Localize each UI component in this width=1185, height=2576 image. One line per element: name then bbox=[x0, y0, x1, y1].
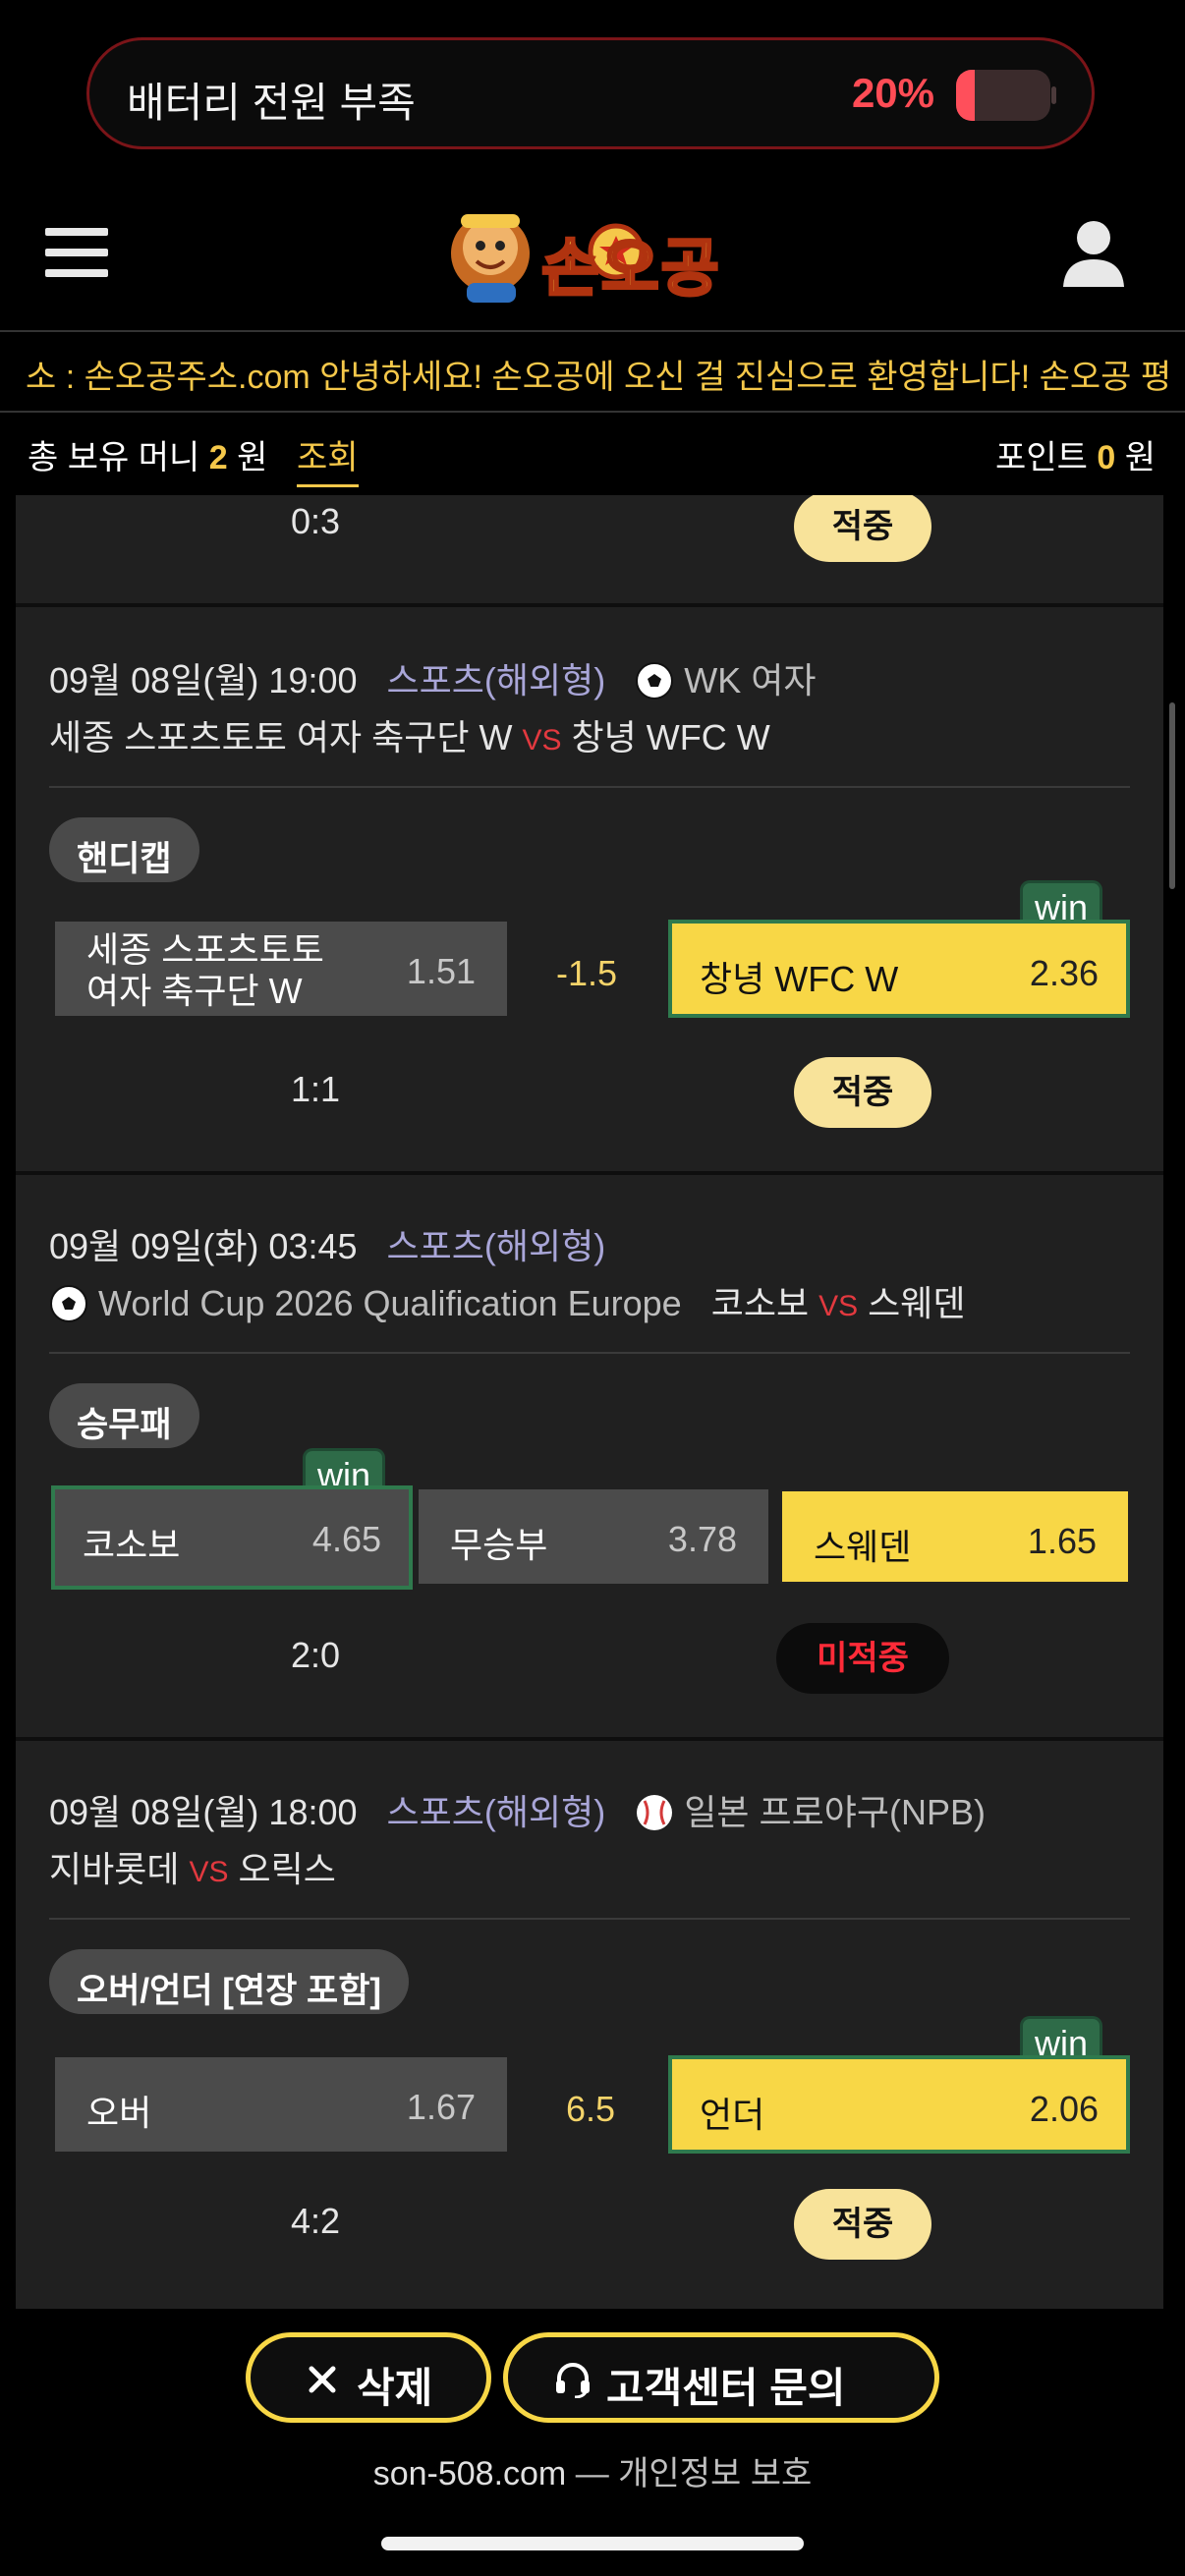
final-score: 1:1 bbox=[291, 1069, 341, 1109]
handicap-line: -1.5 bbox=[556, 953, 618, 993]
delete-button[interactable]: 삭제 bbox=[246, 2332, 491, 2423]
soccer-ball-icon bbox=[49, 1283, 88, 1323]
site-logo[interactable]: 손오공 bbox=[447, 193, 742, 314]
points-balance: 포인트 0 원 bbox=[995, 430, 1156, 478]
odds-option-home[interactable]: 코소보 4.65 bbox=[51, 1485, 413, 1590]
away-team: 창녕 WFC W bbox=[571, 717, 770, 757]
match-category: 스포츠(해외형) bbox=[386, 1226, 606, 1266]
option-odds: 1.51 bbox=[406, 951, 476, 991]
match-teams: 세종 스포츠토토 여자 축구단 W VS 창녕 WFC W bbox=[49, 709, 770, 760]
scrollbar[interactable] bbox=[1169, 702, 1175, 889]
option-odds: 2.36 bbox=[1029, 953, 1099, 993]
match-category: 스포츠(해외형) bbox=[386, 1792, 606, 1832]
footer: son-508.com — 개인정보 보호 bbox=[0, 2446, 1185, 2494]
home-team: 코소보 bbox=[710, 1283, 810, 1323]
option-odds: 2.06 bbox=[1029, 2089, 1099, 2129]
market-label: 핸디캡 bbox=[49, 817, 199, 882]
battery-percent: 20% bbox=[851, 70, 934, 116]
option-odds: 1.65 bbox=[1027, 1521, 1097, 1561]
match-league: World Cup 2026 Qualification Europe bbox=[98, 1283, 682, 1323]
result-badge-hit: 적중 bbox=[794, 2189, 931, 2260]
logo-text: 손오공 bbox=[540, 232, 721, 306]
option-name: 무승부 bbox=[450, 1525, 548, 1565]
ticker-divider bbox=[0, 411, 1185, 413]
points-unit: 원 bbox=[1124, 439, 1156, 476]
market-label: 승무패 bbox=[49, 1383, 199, 1448]
final-score: 2:0 bbox=[291, 1635, 341, 1675]
match-datetime: 09월 09일(화) 03:45 bbox=[49, 1226, 358, 1266]
option-name: 언더 bbox=[700, 2095, 765, 2135]
delete-label: 삭제 bbox=[357, 2365, 433, 2411]
result-badge-hit: 적중 bbox=[794, 495, 931, 562]
balance-inquiry-button[interactable]: 조회 bbox=[297, 430, 359, 487]
match-teams: World Cup 2026 Qualification Europe 코소보 … bbox=[49, 1275, 966, 1326]
vs-label: VS bbox=[818, 1290, 859, 1322]
money-unit: 원 bbox=[237, 439, 268, 476]
odds-option-draw[interactable]: 무승부 3.78 bbox=[419, 1489, 768, 1584]
match-meta: 09월 08일(월) 19:00 스포츠(해외형) WK 여자 bbox=[49, 652, 817, 703]
battery-warning-text: 배터리 전원 부족 bbox=[127, 80, 416, 126]
money-label: 총 보유 머니 bbox=[28, 439, 200, 476]
bet-history-list: 0:3 적중 09월 08일(월) 19:00 스포츠(해외형) WK 여자 세… bbox=[16, 495, 1163, 2309]
away-team: 오릭스 bbox=[238, 1849, 336, 1889]
points-label: 포인트 bbox=[995, 439, 1088, 476]
option-odds: 3.78 bbox=[667, 1519, 737, 1559]
battery-level-fill bbox=[956, 70, 976, 121]
battery-icon bbox=[956, 70, 1056, 121]
footer-domain: son-508.com bbox=[372, 2455, 567, 2492]
headset-icon bbox=[553, 2359, 592, 2408]
option-name: 오버 bbox=[86, 2093, 152, 2133]
points-value: 0 bbox=[1097, 439, 1116, 476]
odds-option-under[interactable]: 언더 2.06 bbox=[668, 2055, 1130, 2154]
user-icon[interactable] bbox=[1061, 218, 1126, 287]
vs-label: VS bbox=[189, 1856, 229, 1888]
customer-support-button[interactable]: 고객센터 문의 bbox=[503, 2332, 939, 2423]
away-team: 스웨덴 bbox=[868, 1283, 966, 1323]
low-battery-banner: 배터리 전원 부족 20% bbox=[86, 37, 1095, 149]
odds-option-over[interactable]: 오버 1.67 bbox=[55, 2057, 507, 2152]
market-label: 오버/언더 [연장 포함] bbox=[49, 1949, 410, 2014]
footer-separator: — bbox=[575, 2455, 609, 2492]
home-team: 세종 스포츠토토 여자 축구단 W bbox=[49, 717, 513, 757]
home-indicator[interactable] bbox=[381, 2537, 804, 2550]
option-name: 코소보 bbox=[83, 1525, 181, 1565]
option-name-line2: 여자 축구단 W bbox=[86, 971, 303, 1011]
soccer-ball-icon bbox=[635, 660, 674, 700]
match-league: WK 여자 bbox=[684, 660, 817, 700]
money-balance: 총 보유 머니 2 원 bbox=[28, 430, 267, 478]
final-score: 0:3 bbox=[291, 501, 341, 541]
option-name: 스웨덴 bbox=[814, 1527, 912, 1567]
home-team: 지바롯데 bbox=[49, 1849, 180, 1889]
match-meta: 09월 08일(월) 18:00 스포츠(해외형) 일본 프로야구(NPB) bbox=[49, 1784, 986, 1835]
support-label: 고객센터 문의 bbox=[606, 2365, 846, 2411]
option-odds: 1.67 bbox=[406, 2087, 476, 2127]
match-datetime: 09월 08일(월) 18:00 bbox=[49, 1792, 358, 1832]
close-icon bbox=[306, 2359, 339, 2406]
result-badge-hit: 적중 bbox=[794, 1057, 931, 1128]
match-datetime: 09월 08일(월) 19:00 bbox=[49, 660, 358, 700]
option-name-line1: 세종 스포츠토토 bbox=[86, 929, 324, 970]
option-odds: 4.65 bbox=[311, 1519, 381, 1559]
match-meta: 09월 09일(화) 03:45 스포츠(해외형) bbox=[49, 1218, 605, 1269]
match-category: 스포츠(해외형) bbox=[386, 660, 606, 700]
match-league: 일본 프로야구(NPB) bbox=[684, 1792, 986, 1832]
odds-option-home[interactable]: 세종 스포츠토토 여자 축구단 W 1.51 bbox=[55, 922, 507, 1016]
option-name: 창녕 WFC W bbox=[700, 959, 899, 999]
money-value: 2 bbox=[208, 439, 228, 476]
baseball-icon bbox=[635, 1792, 674, 1832]
total-line: 6.5 bbox=[566, 2089, 616, 2129]
menu-icon[interactable] bbox=[45, 228, 108, 277]
vs-label: VS bbox=[522, 724, 562, 756]
odds-option-away[interactable]: 창녕 WFC W 2.36 bbox=[668, 920, 1130, 1018]
result-badge-miss: 미적중 bbox=[776, 1623, 949, 1694]
ticker-text: 소 : 손오공주소.com 안녕하세요! 손오공에 오신 걸 진심으로 환영합니… bbox=[26, 359, 1172, 396]
odds-option-away[interactable]: 스웨덴 1.65 bbox=[780, 1489, 1130, 1584]
match-teams: 지바롯데 VS 오릭스 bbox=[49, 1841, 336, 1892]
privacy-link[interactable]: 개인정보 보호 bbox=[618, 2455, 812, 2492]
notice-ticker: 소 : 손오공주소.com 안녕하세요! 손오공에 오신 걸 진심으로 환영합니… bbox=[0, 332, 1185, 411]
final-score: 4:2 bbox=[291, 2201, 341, 2241]
